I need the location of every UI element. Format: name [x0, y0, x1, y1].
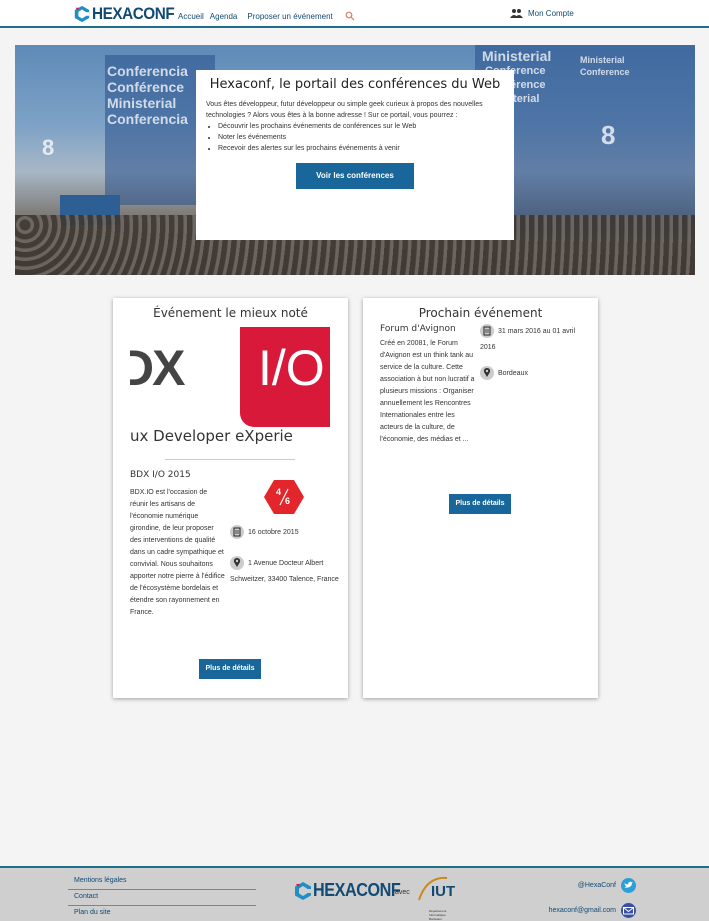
location-pin-icon — [230, 556, 244, 571]
footer: Mentions légales Contact Plan du site HE… — [0, 866, 709, 921]
hero-word: Conférence — [107, 79, 185, 95]
list-item: Noter les événements — [218, 132, 504, 143]
iut-caption: Département Informatique Bordeaux — [429, 909, 447, 921]
hero-intro: Vous êtes développeur, futur développeur… — [206, 101, 483, 119]
location-pin-icon — [480, 366, 494, 381]
next-event-date: 31 mars 2016 au 01 avril 2016 — [480, 324, 592, 356]
next-event-location: Bordeaux — [480, 366, 592, 382]
bdx-logo-dx: DX — [130, 340, 185, 396]
footer-link-sitemap[interactable]: Plan du site — [68, 906, 256, 921]
iut-logo[interactable]: IUT Département Informatique Bordeaux — [417, 874, 465, 921]
site-logo[interactable]: HEXACONF — [73, 4, 183, 24]
footer-link-mentions[interactable]: Mentions légales — [68, 874, 256, 890]
users-icon — [510, 9, 523, 18]
best-event-heading: Événement le mieux noté — [153, 306, 308, 320]
email-link[interactable]: hexaconf@gmail.com — [549, 903, 637, 918]
calendar-icon — [230, 525, 244, 540]
mail-icon — [621, 903, 636, 918]
footer-avec: avec — [395, 889, 410, 896]
footer-logo[interactable]: HEXACONF — [293, 880, 410, 901]
rating-score: 4 — [276, 487, 282, 497]
hero-word: Ministerial — [580, 55, 625, 65]
hero-feature-list: Découvrir les prochains événements de co… — [206, 121, 504, 154]
logo-text: HEXACONF — [92, 4, 175, 23]
footer-links: Mentions légales Contact Plan du site — [68, 874, 256, 921]
hero-word: Conferencia — [107, 63, 188, 79]
hero-word: Ministerial — [107, 95, 177, 111]
hero-number: 8 — [601, 120, 616, 150]
next-event-description: Créé en 20081, le Forum d'Avignon est un… — [380, 340, 475, 443]
next-event-card: Prochain événement Forum d'Avignon Créé … — [363, 298, 598, 698]
hexagon-logo-icon — [295, 881, 311, 900]
nav-link-proposer[interactable]: Proposer un événement — [247, 12, 332, 21]
hero-title: Hexaconf, le portail des conférences du … — [209, 77, 501, 92]
calendar-icon — [480, 324, 494, 339]
rating-hexagon-icon — [264, 480, 304, 514]
best-event-details-button[interactable]: Plus de détails — [199, 659, 261, 679]
best-event-card: Événement le mieux noté DX I/O ux Develo… — [113, 298, 348, 698]
footer-link-contact[interactable]: Contact — [68, 890, 256, 906]
hero-number: 8 — [42, 135, 55, 160]
best-event-description: BDX.IO est l'occasion de réunir les arti… — [130, 489, 225, 616]
next-event-name[interactable]: Forum d'Avignon — [380, 324, 456, 334]
main-menu: Accueil Agenda Proposer un événement — [178, 12, 333, 21]
hero-intro-card: Hexaconf, le portail des conférences du … — [196, 70, 514, 240]
next-event-heading: Prochain événement — [418, 306, 543, 320]
account-menu[interactable]: Mon Compte — [510, 8, 574, 18]
twitter-link[interactable]: @HexaConf — [578, 878, 637, 893]
footer-logo-text: HEXACONF — [313, 880, 401, 900]
top-nav: HEXACONF Accueil Agenda Proposer un évén… — [0, 0, 709, 28]
list-item: Découvrir les prochains événements de co… — [218, 121, 504, 132]
nav-link-agenda[interactable]: Agenda — [210, 12, 238, 21]
next-event-location-text: Bordeaux — [498, 370, 528, 377]
iut-logo-mark: IUT — [418, 876, 455, 901]
iut-logo-text: IUT — [431, 883, 455, 900]
best-event-date: 16 octobre 2015 — [230, 525, 342, 541]
list-item: Recevoir des alertes sur les prochains é… — [218, 143, 504, 154]
best-event-address-text: 1 Avenue Docteur Albert Schweitzer, 3340… — [230, 560, 339, 583]
account-label: Mon Compte — [528, 8, 574, 18]
best-event-name[interactable]: BDX I/O 2015 — [130, 470, 191, 480]
hero-word: Conferencia — [107, 111, 188, 127]
nav-link-accueil[interactable]: Accueil — [178, 12, 204, 21]
hero-word: Conference — [580, 67, 630, 77]
best-event-date-text: 16 octobre 2015 — [248, 529, 299, 536]
hexagon-logo-icon — [74, 5, 90, 23]
twitter-icon — [621, 878, 636, 893]
bdx-io-logo[interactable]: DX I/O ux Developer eXperie — [130, 327, 330, 462]
search-icon[interactable] — [345, 11, 355, 21]
best-event-address: 1 Avenue Docteur Albert Schweitzer, 3340… — [230, 556, 342, 588]
hero-word: Ministerial — [482, 48, 552, 64]
bdx-logo-io: I/O — [258, 340, 325, 396]
twitter-handle: @HexaConf — [577, 882, 616, 889]
next-event-date-text: 31 mars 2016 au 01 avril 2016 — [480, 328, 576, 351]
next-event-details-button[interactable]: Plus de détails — [449, 494, 511, 514]
view-conferences-button[interactable]: Voir les conférences — [296, 163, 414, 189]
rating-scale: 6 — [285, 496, 291, 506]
divider — [165, 459, 295, 460]
contact-email: hexaconf@gmail.com — [548, 907, 616, 914]
hero-banner: Conferencia Conférence Ministerial Confe… — [15, 45, 695, 275]
bdx-logo-subtitle: ux Developer eXperie — [130, 427, 293, 445]
